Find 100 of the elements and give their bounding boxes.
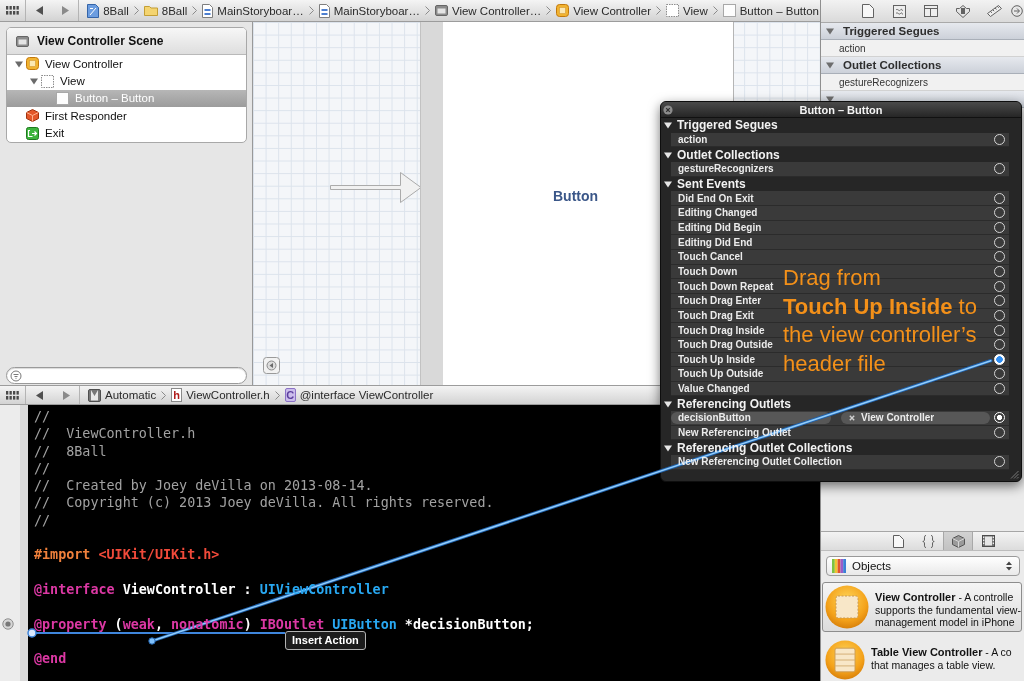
code-line: // Created by Joey deVilla on 2013-08-14.	[33, 477, 373, 495]
scene-icon	[434, 5, 448, 16]
path-item[interactable]: 8Ball	[142, 4, 189, 17]
path-item[interactable]: C @interface ViewController	[283, 388, 435, 402]
connection-label: gestureRecognizers	[678, 163, 774, 175]
library-item-description: View Controller - A controlle supports the fundamental view- management model in iPhone	[875, 590, 1021, 631]
view-controller-icon	[556, 4, 570, 17]
disclosure-triangle-icon[interactable]	[664, 150, 672, 159]
target-label: View Controller	[861, 412, 935, 424]
connection-label: Editing Did End	[678, 236, 753, 248]
disclosure-triangle-icon[interactable]	[664, 443, 672, 452]
connection-label: action	[678, 134, 708, 145]
chevron-icon	[424, 6, 430, 15]
path-item[interactable]: Button – Button	[721, 4, 820, 17]
connection-label: Touch Drag Inside	[678, 324, 765, 336]
filter-icon	[10, 369, 22, 382]
connection-label: Touch Drag Exit	[678, 309, 754, 321]
section-header[interactable]: Triggered Segues	[821, 23, 1024, 40]
path-item[interactable]: MainStoryboar…	[201, 3, 305, 18]
view-controller-icon	[26, 57, 39, 71]
section-header[interactable]: Referencing Outlets	[661, 396, 792, 412]
view-icon	[41, 74, 54, 88]
forward-icon[interactable]	[62, 390, 70, 400]
arrow-circle-icon[interactable]	[1011, 5, 1024, 17]
view-icon	[666, 4, 679, 17]
outline-item[interactable]: Exit	[7, 124, 246, 142]
connection-label: Touch Down	[678, 265, 738, 277]
path-item[interactable]: View	[665, 4, 709, 17]
path-item[interactable]: h ViewController.h	[170, 388, 271, 402]
code-line: //	[33, 459, 51, 478]
code-line: // Copyright (c) 2013 Joey deVilla. All rights reserved.	[33, 494, 494, 512]
path-item[interactable]: Automatic	[87, 388, 158, 402]
connection-label: Touch Cancel	[678, 251, 743, 263]
resize-grip-icon[interactable]	[1010, 470, 1019, 479]
button-object-icon	[722, 4, 736, 17]
outline-toggle-button[interactable]	[263, 357, 280, 374]
path-item[interactable]: 8Ball	[86, 3, 130, 18]
chevron-icon	[712, 6, 718, 15]
filter-field[interactable]	[6, 367, 247, 384]
window-icon[interactable]	[924, 5, 939, 17]
connection-name: action	[821, 40, 1024, 57]
document-icon[interactable]	[861, 4, 874, 18]
library-item-description: Table View Controller - A co that manages a table view.	[871, 645, 1012, 673]
braces-icon	[921, 534, 935, 548]
chevron-icon	[656, 6, 661, 15]
back-icon[interactable]	[36, 390, 43, 400]
connection-label: Touch Up Inside	[678, 353, 756, 365]
library-item[interactable]: View Controller - A controlle supports the fundamental view- management model in iPhone	[822, 582, 1022, 632]
back-icon[interactable]	[35, 6, 43, 15]
outline-item[interactable]: View Controller	[7, 55, 246, 73]
library-filter-popup[interactable]: Objects	[826, 556, 1020, 576]
connection-label: decisionButton	[671, 411, 831, 424]
button-object-icon	[56, 91, 69, 105]
folder-icon	[143, 5, 158, 16]
chevron-icon	[161, 390, 167, 400]
remove-icon[interactable]	[849, 414, 855, 421]
connection-label: Touch Drag Outside	[678, 339, 773, 351]
grid-icon[interactable]	[6, 390, 19, 400]
forward-icon[interactable]	[61, 6, 69, 15]
chevron-icon	[308, 6, 314, 15]
connection-label: Editing Changed	[678, 207, 758, 219]
cube-icon	[951, 534, 965, 548]
scene-header[interactable]: View Controller Scene	[7, 28, 246, 55]
grid-icon[interactable]	[5, 6, 19, 15]
drag-end-dot-icon	[148, 637, 156, 645]
code-line: // ViewController.h	[33, 425, 196, 443]
assistant-icon	[88, 388, 101, 402]
outline-item[interactable]: First Responder	[7, 107, 246, 125]
disclosure-triangle-icon[interactable]	[664, 179, 672, 188]
disclosure-triangle-icon[interactable]	[664, 121, 672, 130]
chevron-icon	[546, 6, 552, 15]
close-icon[interactable]	[663, 104, 673, 115]
disclosure-triangle-icon[interactable]	[664, 399, 672, 408]
up-down-arrows-icon	[1006, 561, 1012, 571]
connection-label: Editing Did Begin	[678, 221, 762, 233]
section-header[interactable]: Triggered Segues	[661, 118, 778, 133]
section-header[interactable]: Outlet Collections	[821, 57, 1024, 74]
path-item[interactable]: MainStoryboar…	[317, 3, 421, 18]
storyboard-file-icon	[318, 3, 330, 18]
popup-title: Button – Button	[798, 103, 884, 116]
document-icon	[892, 534, 904, 548]
ruler-icon[interactable]	[987, 5, 1003, 17]
class-icon: C	[284, 388, 296, 402]
library-tab[interactable]	[943, 532, 973, 550]
outline-item[interactable]: View	[7, 72, 246, 90]
connection-dot-icon[interactable]	[2, 618, 14, 631]
code-line: //	[33, 408, 51, 426]
section-header[interactable]: Outlet Collections	[661, 147, 780, 162]
path-item[interactable]: View Controller	[555, 4, 652, 17]
code-line: // 8Ball	[33, 442, 107, 460]
help-document-icon[interactable]	[893, 4, 907, 18]
shield-icon[interactable]	[955, 4, 970, 18]
section-header[interactable]: Sent Events	[661, 176, 746, 192]
scene-icon	[16, 35, 29, 47]
code-line: #import <UIKit/UIKit.h>	[33, 546, 220, 564]
exit-icon	[26, 126, 39, 140]
path-item[interactable]: View Controller…	[433, 4, 543, 17]
color-stripes-icon	[832, 559, 846, 573]
library-item[interactable]: Table View Controller - A co that manages a table view.	[822, 637, 1022, 681]
connection-label: Touch Drag Enter	[678, 295, 762, 307]
